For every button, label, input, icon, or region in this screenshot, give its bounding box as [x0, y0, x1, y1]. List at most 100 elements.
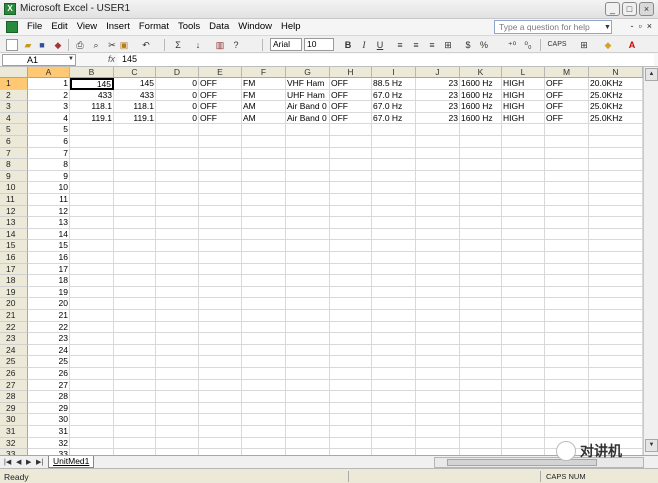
cell-f24[interactable]: [242, 344, 286, 357]
cell-d16[interactable]: [156, 252, 199, 264]
cell-b10[interactable]: [70, 182, 114, 194]
cell-f27[interactable]: [242, 379, 286, 392]
cell-f20[interactable]: [242, 298, 286, 310]
cell-f19[interactable]: [242, 286, 286, 299]
cell-j7[interactable]: [416, 147, 460, 160]
cell-l19[interactable]: [502, 286, 545, 299]
cell-e1[interactable]: OFF: [199, 78, 242, 90]
cell-m19[interactable]: [545, 286, 589, 299]
last-sheet-icon[interactable]: ▶|: [36, 458, 43, 466]
cell-j27[interactable]: [416, 379, 460, 392]
cell-e19[interactable]: [199, 286, 242, 299]
cell-m20[interactable]: [545, 298, 589, 310]
cell-k19[interactable]: [460, 286, 502, 299]
cell-a30[interactable]: 30: [28, 414, 70, 426]
cell-f8[interactable]: [242, 159, 286, 171]
column-header-i[interactable]: I: [372, 67, 416, 78]
cell-k18[interactable]: [460, 275, 502, 287]
menu-format[interactable]: Format: [139, 21, 169, 32]
cell-h19[interactable]: [330, 286, 372, 299]
row-header[interactable]: 14: [0, 228, 28, 241]
cell-c25[interactable]: [114, 356, 156, 368]
cell-b20[interactable]: [70, 298, 114, 310]
cell-h15[interactable]: [330, 240, 372, 252]
cell-h20[interactable]: [330, 298, 372, 310]
cell-a27[interactable]: 27: [28, 379, 70, 392]
cell-d20[interactable]: [156, 298, 199, 310]
prev-sheet-icon[interactable]: ◀: [16, 458, 21, 466]
cell-n3[interactable]: 25.0KHz: [589, 101, 643, 113]
cell-n9[interactable]: [589, 170, 643, 183]
bold-button[interactable]: B: [342, 39, 354, 51]
cell-e5[interactable]: [199, 124, 242, 136]
cell-g11[interactable]: [286, 194, 330, 206]
cell-n11[interactable]: [589, 194, 643, 206]
row-header[interactable]: 16: [0, 252, 28, 264]
cell-c6[interactable]: [114, 136, 156, 148]
cell-m7[interactable]: [545, 147, 589, 160]
cell-d26[interactable]: [156, 368, 199, 380]
cell-l8[interactable]: [502, 159, 545, 171]
column-header-k[interactable]: K: [460, 67, 502, 78]
cell-a1[interactable]: 1: [28, 78, 70, 90]
cell-g32[interactable]: [286, 437, 330, 450]
cell-g29[interactable]: [286, 402, 330, 415]
cell-c30[interactable]: [114, 414, 156, 426]
cell-b15[interactable]: [70, 240, 114, 252]
cell-e31[interactable]: [199, 426, 242, 438]
cell-j19[interactable]: [416, 286, 460, 299]
cell-d2[interactable]: 0: [156, 89, 199, 102]
column-header-g[interactable]: G: [286, 67, 330, 78]
cell-l4[interactable]: HIGH: [502, 112, 545, 125]
cell-b11[interactable]: [70, 194, 114, 206]
row-header[interactable]: 18: [0, 275, 28, 287]
cell-n4[interactable]: 25.0KHz: [589, 112, 643, 125]
cell-d7[interactable]: [156, 147, 199, 160]
cell-k12[interactable]: [460, 205, 502, 218]
cell-b18[interactable]: [70, 275, 114, 287]
cell-m11[interactable]: [545, 194, 589, 206]
cell-e10[interactable]: [199, 182, 242, 194]
cell-m15[interactable]: [545, 240, 589, 252]
cell-j31[interactable]: [416, 426, 460, 438]
name-box[interactable]: A1: [2, 54, 76, 66]
cell-d31[interactable]: [156, 426, 199, 438]
cell-d22[interactable]: [156, 321, 199, 334]
cell-a12[interactable]: 12: [28, 205, 70, 218]
cell-c28[interactable]: [114, 391, 156, 403]
cell-d3[interactable]: 0: [156, 101, 199, 113]
cell-e3[interactable]: OFF: [199, 101, 242, 113]
cell-g14[interactable]: [286, 228, 330, 241]
cell-k16[interactable]: [460, 252, 502, 264]
cell-j32[interactable]: [416, 437, 460, 450]
cell-l30[interactable]: [502, 414, 545, 426]
cell-k3[interactable]: 1600 Hz: [460, 101, 502, 113]
cell-g10[interactable]: [286, 182, 330, 194]
cell-g31[interactable]: [286, 426, 330, 438]
cell-d11[interactable]: [156, 194, 199, 206]
cell-e2[interactable]: OFF: [199, 89, 242, 102]
cell-c4[interactable]: 119.1: [114, 112, 156, 125]
new-icon[interactable]: [6, 39, 18, 51]
cell-d17[interactable]: [156, 263, 199, 276]
cell-c26[interactable]: [114, 368, 156, 380]
cell-b1[interactable]: 145: [70, 78, 114, 90]
cell-k13[interactable]: [460, 217, 502, 229]
cell-k6[interactable]: [460, 136, 502, 148]
font-color-icon[interactable]: A: [626, 39, 638, 51]
cell-c23[interactable]: [114, 333, 156, 345]
cell-e32[interactable]: [199, 437, 242, 450]
cell-j5[interactable]: [416, 124, 460, 136]
cell-e7[interactable]: [199, 147, 242, 160]
doc-close-button[interactable]: ×: [647, 21, 652, 31]
italic-button[interactable]: I: [358, 39, 370, 51]
cell-m17[interactable]: [545, 263, 589, 276]
cell-m6[interactable]: [545, 136, 589, 148]
cell-n28[interactable]: [589, 391, 643, 403]
cell-g3[interactable]: Air Band 0: [286, 101, 330, 113]
name-box-dropdown-icon[interactable]: ▼: [68, 56, 74, 62]
row-header[interactable]: 4: [0, 112, 28, 125]
cell-b4[interactable]: 119.1: [70, 112, 114, 125]
cell-j13[interactable]: [416, 217, 460, 229]
cell-c21[interactable]: [114, 310, 156, 322]
